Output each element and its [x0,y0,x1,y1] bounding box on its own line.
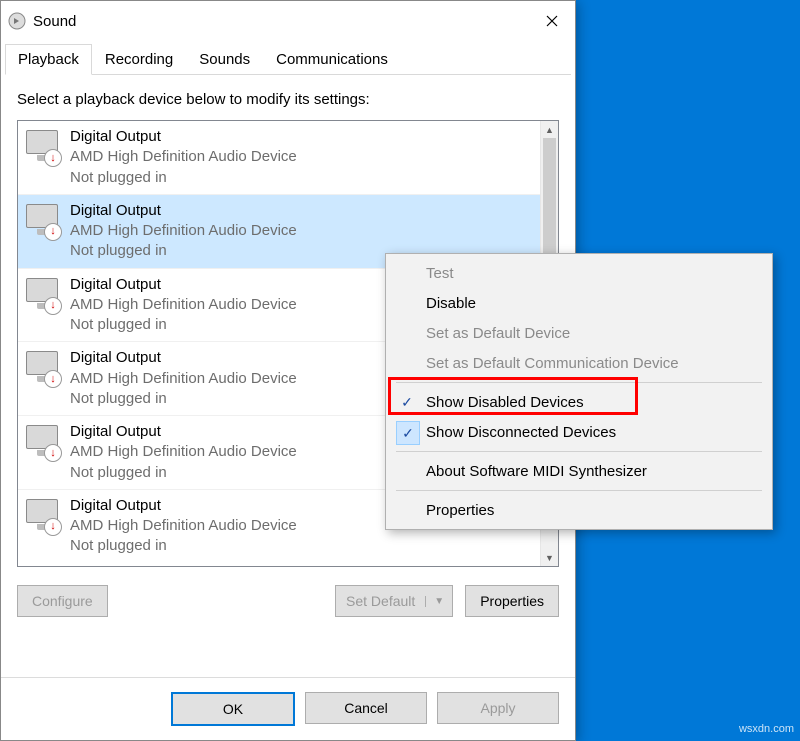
ctx-show-disabled-label: Show Disabled Devices [426,394,584,411]
window-title: Sound [33,13,76,30]
dialog-footer: OK Cancel Apply [1,677,575,740]
device-subtitle: AMD High Definition Audio Device [70,221,297,241]
tab-sounds[interactable]: Sounds [186,44,263,75]
ok-button[interactable]: OK [171,692,295,726]
unplugged-badge-icon: ↓ [44,518,62,536]
device-action-row: Configure Set Default ▼ Properties [17,567,559,633]
device-subtitle: AMD High Definition Audio Device [70,516,297,536]
device-subtitle: AMD High Definition Audio Device [70,295,297,315]
ctx-show-disabled-devices[interactable]: ✓ Show Disabled Devices [386,387,772,417]
scroll-up-button[interactable]: ▲ [541,121,558,138]
device-name: Digital Output [70,127,297,147]
sound-app-icon [7,11,27,31]
unplugged-badge-icon: ↓ [44,223,62,241]
set-default-label: Set Default [336,593,425,609]
device-subtitle: AMD High Definition Audio Device [70,369,297,389]
monitor-icon: ↓ [22,496,62,536]
device-state: Not plugged in [70,463,297,483]
monitor-icon: ↓ [22,201,62,241]
device-text: Digital OutputAMD High Definition Audio … [70,201,297,262]
unplugged-badge-icon: ↓ [44,149,62,167]
scroll-thumb[interactable] [543,138,556,268]
ctx-set-default-device[interactable]: Set as Default Device [386,318,772,348]
ctx-about-midi-synth[interactable]: About Software MIDI Synthesizer [386,456,772,486]
device-text: Digital OutputAMD High Definition Audio … [70,348,297,409]
device-name: Digital Output [70,496,297,516]
check-icon: ✓ [396,421,420,445]
device-name: Digital Output [70,201,297,221]
tab-recording[interactable]: Recording [92,44,186,75]
device-name: Digital Output [70,348,297,368]
chevron-down-icon[interactable]: ▼ [425,596,452,607]
apply-button[interactable]: Apply [437,692,559,724]
ctx-set-default-comm-device[interactable]: Set as Default Communication Device [386,348,772,378]
unplugged-badge-icon: ↓ [44,297,62,315]
unplugged-badge-icon: ↓ [44,370,62,388]
device-text: Digital OutputAMD High Definition Audio … [70,422,297,483]
context-menu: Test Disable Set as Default Device Set a… [385,253,773,530]
ctx-separator-1 [396,382,762,383]
instruction-text: Select a playback device below to modify… [17,91,559,108]
check-icon: ✓ [396,391,418,413]
device-name: Digital Output [70,422,297,442]
close-button[interactable] [529,5,575,37]
device-text: Digital OutputAMD High Definition Audio … [70,496,297,557]
tab-playback[interactable]: Playback [5,44,92,75]
ctx-separator-2 [396,451,762,452]
ctx-show-disconnected-devices[interactable]: ✓ Show Disconnected Devices [386,417,772,447]
title-bar: Sound [1,1,575,41]
device-state: Not plugged in [70,241,297,261]
device-text: Digital OutputAMD High Definition Audio … [70,275,297,336]
set-default-button[interactable]: Set Default ▼ [335,585,453,617]
monitor-icon: ↓ [22,348,62,388]
monitor-icon: ↓ [22,275,62,315]
tabs-container: Playback Recording Sounds Communications [1,41,575,75]
monitor-icon: ↓ [22,422,62,462]
ctx-disable[interactable]: Disable [386,288,772,318]
configure-button[interactable]: Configure [17,585,108,617]
device-state: Not plugged in [70,315,297,335]
device-state: Not plugged in [70,389,297,409]
device-state: Not plugged in [70,168,297,188]
device-text: Digital OutputAMD High Definition Audio … [70,127,297,188]
device-name: Digital Output [70,275,297,295]
device-item[interactable]: ↓ Digital OutputAMD High Definition Audio… [18,121,540,194]
ctx-test[interactable]: Test [386,258,772,288]
watermark: wsxdn.com [739,723,794,735]
cancel-button[interactable]: Cancel [305,692,427,724]
ctx-show-disconnected-label: Show Disconnected Devices [426,424,616,441]
device-state: Not plugged in [70,536,297,556]
device-subtitle: AMD High Definition Audio Device [70,147,297,167]
scroll-down-button[interactable]: ▼ [541,549,558,566]
ctx-properties[interactable]: Properties [386,495,772,525]
monitor-icon: ↓ [22,127,62,167]
properties-button[interactable]: Properties [465,585,559,617]
device-subtitle: AMD High Definition Audio Device [70,442,297,462]
unplugged-badge-icon: ↓ [44,444,62,462]
tab-communications[interactable]: Communications [263,44,401,75]
ctx-separator-3 [396,490,762,491]
